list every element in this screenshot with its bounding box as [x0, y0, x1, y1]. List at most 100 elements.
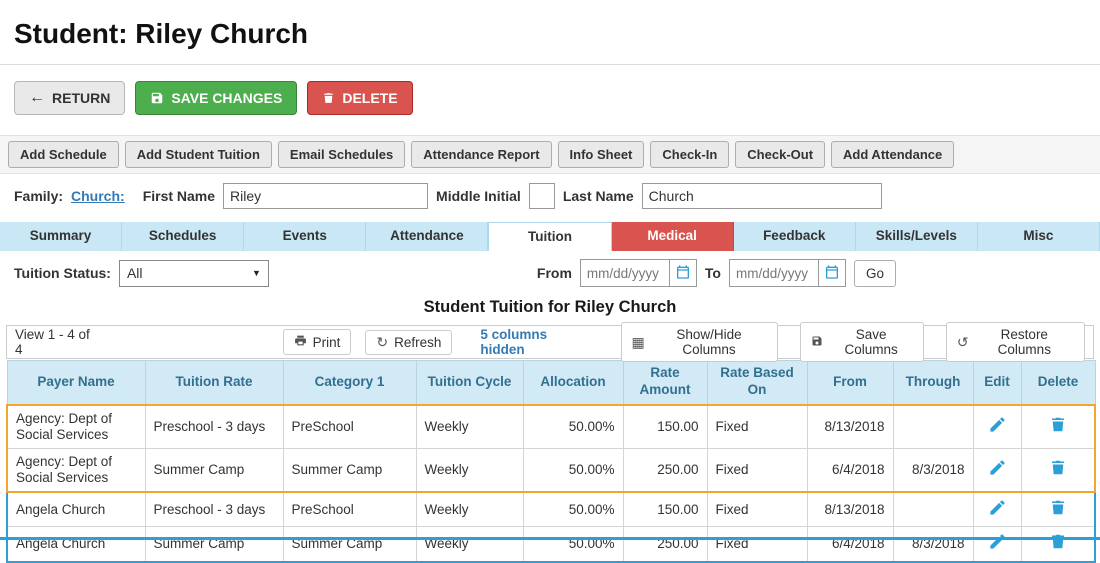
col-header-edit: Edit: [972, 360, 1022, 405]
col-header-category-1[interactable]: Category 1: [282, 360, 417, 405]
print-button[interactable]: Print: [282, 329, 352, 355]
cell-from-date: 8/13/2018: [806, 404, 894, 449]
check-out-button[interactable]: Check-Out: [735, 141, 826, 168]
cell-tuition-rate: Summer Camp: [144, 526, 284, 563]
cell-allocation: 50.00%: [522, 526, 624, 563]
cell-category-1: Summer Camp: [282, 526, 417, 563]
attendance-report-button[interactable]: Attendance Report: [411, 141, 552, 168]
cell-rate-amount: 250.00: [622, 447, 708, 493]
columns-grid-icon: ▦: [631, 334, 645, 350]
pencil-icon: [988, 500, 1007, 520]
to-date-input[interactable]: [728, 259, 819, 287]
cell-from-date: 6/4/2018: [806, 447, 894, 493]
tab-tuition[interactable]: Tuition: [488, 222, 612, 251]
columns-hidden-link[interactable]: 5 columns hidden: [480, 327, 590, 357]
save-columns-button[interactable]: Save Columns: [800, 322, 924, 362]
table-header-row: Payer Name Tuition Rate Category 1 Tuiti…: [6, 360, 1096, 405]
cell-rate-amount: 250.00: [622, 526, 708, 563]
table-row: Angela Church Preschool - 3 days PreScho…: [6, 491, 1096, 528]
save-changes-button[interactable]: SAVE CHANGES: [135, 81, 298, 115]
tab-feedback[interactable]: Feedback: [733, 222, 856, 251]
tab-misc[interactable]: Misc: [977, 222, 1100, 251]
col-header-rate-based-on[interactable]: Rate Based On: [706, 360, 808, 405]
return-button-label: RETURN: [52, 90, 111, 106]
table-row: Angela Church Summer Camp Summer Camp We…: [6, 526, 1096, 563]
delete-row-button[interactable]: [1049, 532, 1067, 551]
delete-button-label: DELETE: [342, 90, 398, 106]
col-header-tuition-cycle[interactable]: Tuition Cycle: [415, 360, 524, 405]
cell-through-date: 8/3/2018: [892, 526, 974, 563]
printer-icon: [294, 334, 307, 350]
cell-rate-amount: 150.00: [622, 404, 708, 449]
from-date-input[interactable]: [579, 259, 670, 287]
refresh-icon: ↻: [376, 334, 389, 350]
page-title: Student: Riley Church: [14, 18, 309, 49]
refresh-button[interactable]: ↻ Refresh: [365, 329, 453, 355]
col-header-payer-name[interactable]: Payer Name: [6, 360, 146, 405]
from-calendar-button[interactable]: [669, 259, 697, 287]
table-row: Agency: Dept of Social Services Summer C…: [6, 447, 1096, 493]
info-sheet-button[interactable]: Info Sheet: [557, 141, 645, 168]
view-range-text: View 1 - 4 of 4: [15, 327, 90, 357]
add-attendance-button[interactable]: Add Attendance: [831, 141, 955, 168]
last-name-field[interactable]: [641, 183, 882, 209]
pencil-icon: [988, 417, 1007, 437]
check-in-button[interactable]: Check-In: [650, 141, 730, 168]
tab-skills-levels[interactable]: Skills/Levels: [855, 222, 978, 251]
edit-row-button[interactable]: [988, 532, 1007, 551]
cell-from-date: 6/4/2018: [806, 526, 894, 563]
cell-rate-based-on: Fixed: [706, 447, 808, 493]
to-calendar-button[interactable]: [818, 259, 846, 287]
email-schedules-button[interactable]: Email Schedules: [277, 141, 406, 168]
col-header-delete: Delete: [1020, 360, 1096, 405]
grid-toolbar: View 1 - 4 of 4 Print ↻ Refresh 5 column…: [6, 322, 1094, 362]
student-tab-bar: Summary Schedules Events Attendance Tuit…: [0, 222, 1100, 251]
tab-events[interactable]: Events: [244, 222, 367, 251]
col-header-allocation[interactable]: Allocation: [522, 360, 624, 405]
tab-attendance[interactable]: Attendance: [366, 222, 489, 251]
delete-row-button[interactable]: [1049, 415, 1067, 434]
middle-initial-field[interactable]: [528, 183, 555, 209]
delete-button[interactable]: DELETE: [307, 81, 413, 115]
show-hide-columns-label: Show/Hide Columns: [676, 327, 742, 357]
family-link[interactable]: Church:: [71, 188, 125, 204]
first-name-field[interactable]: [223, 183, 429, 209]
tab-schedules[interactable]: Schedules: [122, 222, 245, 251]
to-label: To: [704, 265, 721, 281]
cell-category-1: Summer Camp: [282, 447, 417, 493]
delete-row-button[interactable]: [1049, 458, 1067, 477]
cell-through-date: 8/3/2018: [892, 447, 974, 493]
back-arrow-icon: ←: [29, 89, 45, 106]
tab-summary[interactable]: Summary: [0, 222, 123, 251]
last-name-label: Last Name: [562, 188, 634, 204]
add-student-tuition-button[interactable]: Add Student Tuition: [124, 141, 272, 168]
to-date-group: [728, 259, 846, 287]
col-header-tuition-rate[interactable]: Tuition Rate: [144, 360, 284, 405]
return-button[interactable]: ← RETURN: [14, 81, 126, 115]
middle-initial-label: Middle Initial: [436, 188, 521, 204]
restore-columns-button[interactable]: ↺ Restore Columns: [945, 322, 1085, 362]
restore-columns-label: Restore Columns: [997, 327, 1051, 357]
student-name-form: Family: Church: First Name Middle Initia…: [0, 174, 1100, 218]
col-header-rate-amount[interactable]: Rate Amount: [622, 360, 708, 405]
cell-payer-name: Angela Church: [6, 526, 146, 563]
go-button[interactable]: Go: [853, 259, 896, 287]
action-button-row: ← RETURN SAVE CHANGES DELETE: [0, 65, 1100, 129]
show-hide-columns-button[interactable]: ▦ Show/Hide Columns: [620, 322, 779, 362]
edit-row-button[interactable]: [988, 498, 1007, 517]
save-icon: [150, 91, 164, 105]
delete-row-button[interactable]: [1049, 498, 1067, 517]
add-schedule-button[interactable]: Add Schedule: [8, 141, 119, 168]
col-header-through[interactable]: Through: [892, 360, 974, 405]
edit-row-button[interactable]: [988, 458, 1007, 477]
cell-payer-name: Agency: Dept of Social Services: [6, 447, 146, 493]
tab-medical[interactable]: Medical: [611, 222, 734, 251]
cell-allocation: 50.00%: [522, 447, 624, 493]
secondary-nav-bar: Add Schedule Add Student Tuition Email S…: [0, 135, 1100, 174]
tuition-status-select[interactable]: All ▼: [118, 259, 269, 287]
pencil-icon: [988, 534, 1007, 554]
tuition-filter-row: Tuition Status: All ▼ From To Go: [0, 251, 1100, 293]
edit-row-button[interactable]: [988, 415, 1007, 434]
angela-payer-row-group: Angela Church Preschool - 3 days PreScho…: [6, 491, 1096, 563]
col-header-from[interactable]: From: [806, 360, 894, 405]
